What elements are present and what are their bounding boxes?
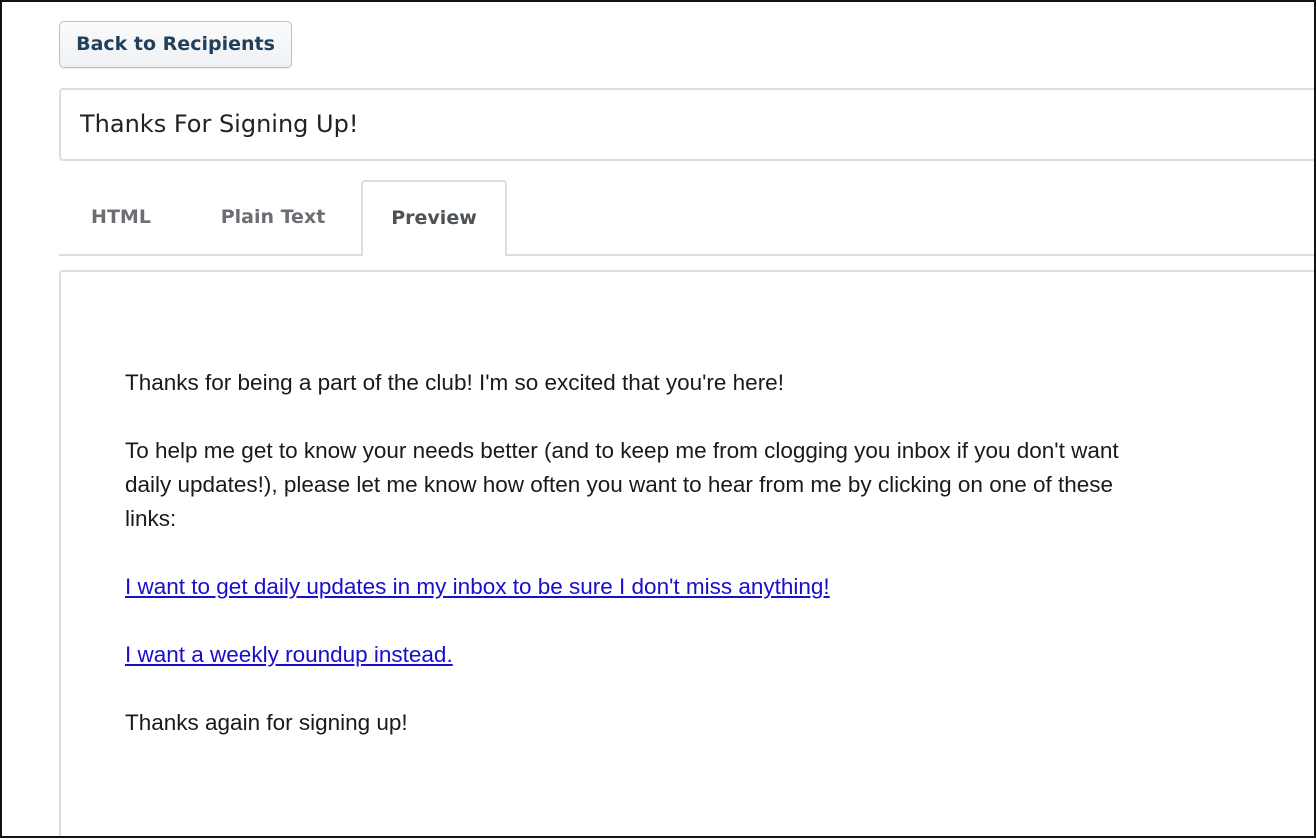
daily-updates-link[interactable]: I want to get daily updates in my inbox … [125, 574, 830, 599]
back-to-recipients-button[interactable]: Back to Recipients [59, 21, 292, 68]
subject-field[interactable]: Thanks For Signing Up! [59, 88, 1314, 161]
preview-pane: Thanks for being a part of the club! I'm… [59, 270, 1314, 836]
email-body: Thanks for being a part of the club! I'm… [125, 366, 1125, 774]
email-paragraph-request: To help me get to know your needs better… [125, 438, 1119, 531]
editor-tabs: HTML Plain Text Preview [59, 180, 1314, 256]
email-paragraph-intro: Thanks for being a part of the club! I'm… [125, 370, 784, 395]
tab-html[interactable]: HTML [59, 180, 183, 254]
email-closing: Thanks again for signing up! [125, 710, 408, 735]
tab-preview[interactable]: Preview [361, 180, 507, 256]
email-editor-frame: Back to Recipients Thanks For Signing Up… [0, 0, 1316, 838]
weekly-roundup-link[interactable]: I want a weekly roundup instead. [125, 642, 453, 667]
tab-plain-text[interactable]: Plain Text [197, 180, 349, 254]
